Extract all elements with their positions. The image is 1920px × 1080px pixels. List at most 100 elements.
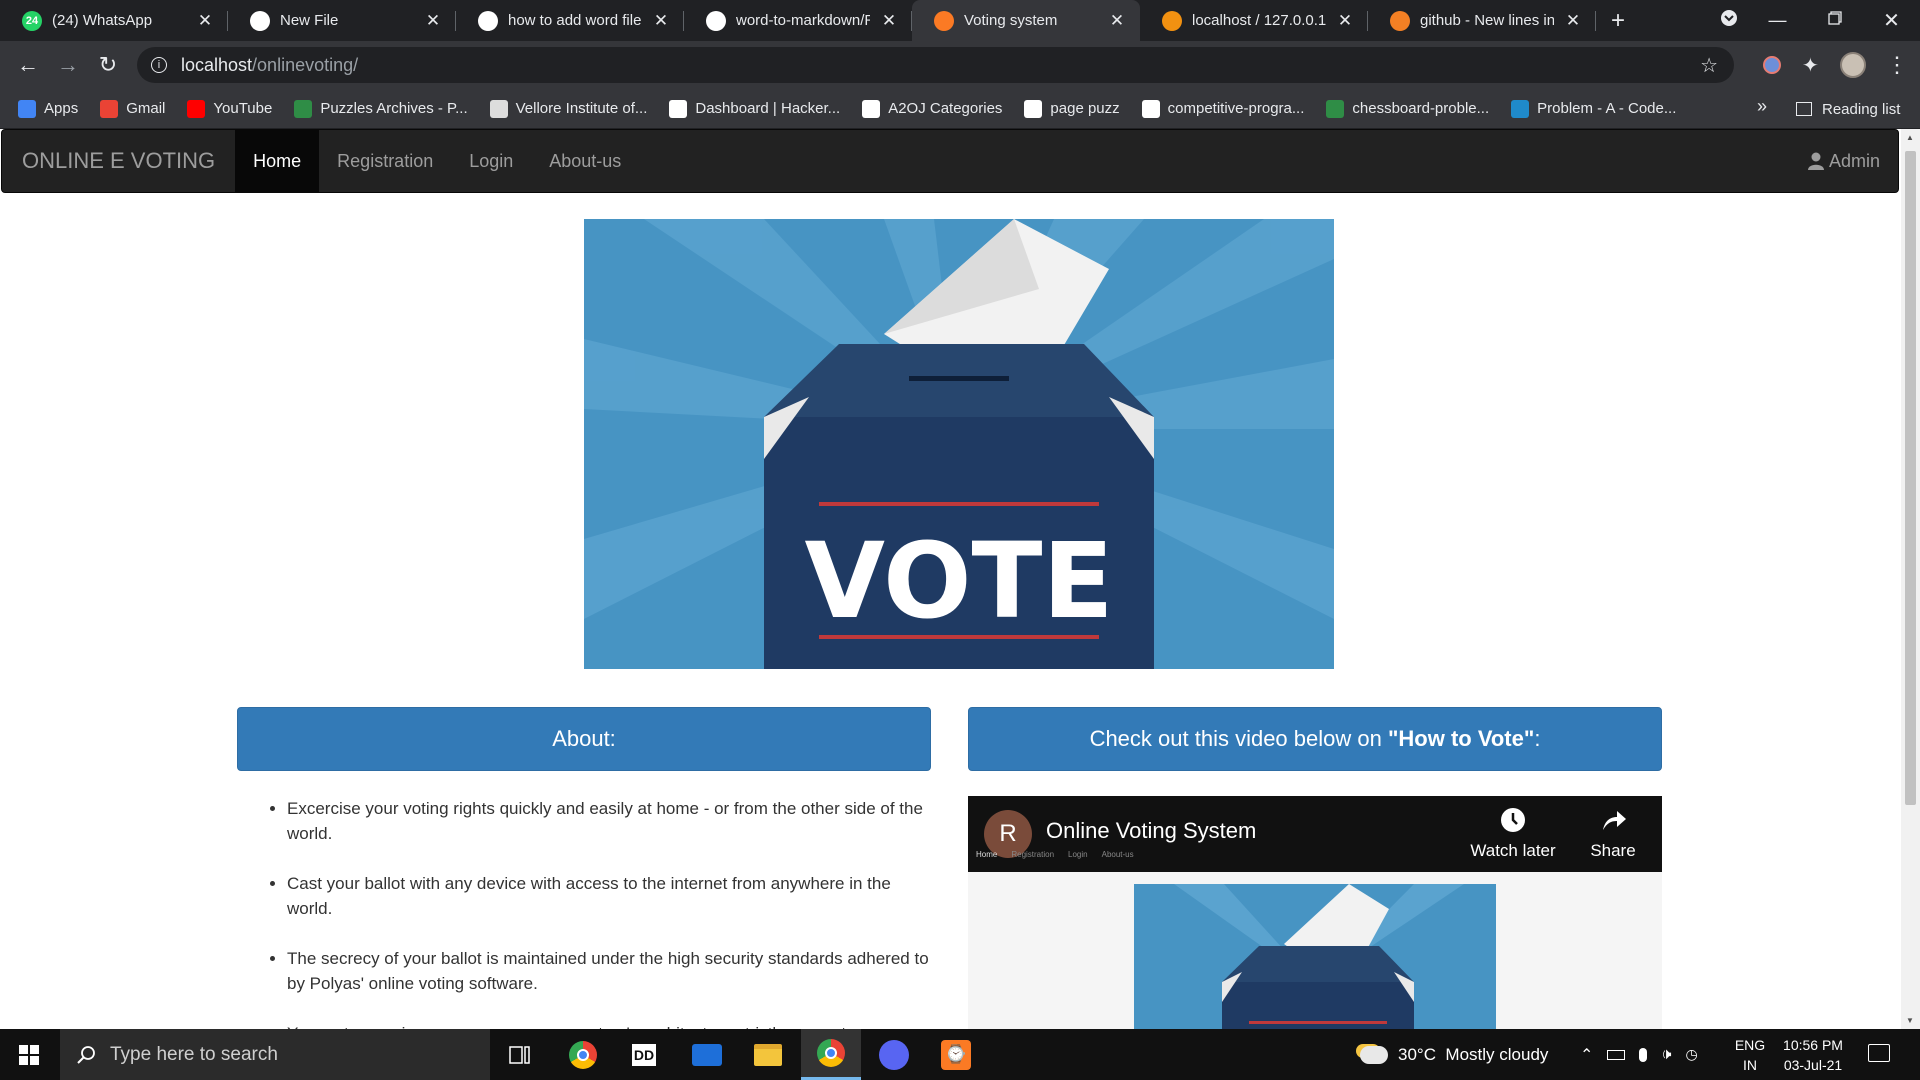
back-icon[interactable]: ← bbox=[8, 52, 48, 78]
bookmark-label: Dashboard | Hacker... bbox=[695, 100, 841, 117]
bookmark-item[interactable]: Puzzles Archives - P... bbox=[294, 99, 468, 118]
file-explorer-icon[interactable] bbox=[738, 1029, 798, 1080]
weather-widget[interactable]: 30°C Mostly cloudy bbox=[1360, 1029, 1548, 1080]
bookmark-item[interactable]: Problem - A - Code... bbox=[1511, 99, 1677, 118]
tab-search-icon[interactable] bbox=[1709, 9, 1749, 32]
video-heading: Check out this video below on "How to Vo… bbox=[968, 707, 1662, 771]
page-scrollbar[interactable]: ▲ ▼ bbox=[1901, 129, 1920, 1029]
browser-tab[interactable]: word-to-markdown/R ✕ bbox=[684, 0, 912, 41]
nav-about-us[interactable]: About-us bbox=[531, 130, 639, 192]
admin-link[interactable]: Admin bbox=[1807, 150, 1880, 172]
video-title[interactable]: Online Voting System bbox=[1046, 818, 1256, 844]
mini-nav-item: Registration bbox=[1011, 850, 1055, 859]
tab-separator bbox=[1595, 11, 1596, 31]
battery-icon[interactable] bbox=[1607, 1049, 1626, 1060]
new-tab-icon[interactable]: + bbox=[1596, 0, 1640, 41]
close-window-icon[interactable]: ✕ bbox=[1863, 8, 1920, 33]
stackoverflow-icon bbox=[1390, 10, 1410, 31]
windows-start-icon[interactable] bbox=[19, 1045, 39, 1070]
reading-list-button[interactable]: Reading list bbox=[1796, 89, 1900, 129]
video-top-bar: R Online Voting System Watch later Share… bbox=[968, 796, 1662, 872]
site-info-icon[interactable]: i bbox=[151, 57, 167, 73]
reload-icon[interactable]: ↻ bbox=[88, 52, 128, 78]
close-tab-icon[interactable]: ✕ bbox=[196, 11, 214, 31]
whiteboard-icon[interactable] bbox=[677, 1029, 737, 1080]
reading-list-label: Reading list bbox=[1822, 100, 1901, 118]
chrome-menu-icon[interactable]: ⋮ bbox=[1886, 52, 1908, 78]
taskbar-search-box[interactable]: Type here to search bbox=[60, 1029, 490, 1080]
bookmark-item[interactable]: Vellore Institute of... bbox=[489, 99, 648, 118]
nav-login[interactable]: Login bbox=[451, 130, 531, 192]
bookmark-item[interactable]: Gmail bbox=[100, 99, 165, 118]
browser-tab[interactable]: how to add word file r ✕ bbox=[456, 0, 684, 41]
video-mini-nav: Home Registration Login About-us bbox=[976, 850, 1134, 859]
close-tab-icon[interactable]: ✕ bbox=[880, 11, 898, 31]
scroll-down-icon[interactable]: ▼ bbox=[1906, 1016, 1914, 1025]
bookmark-item[interactable]: Dashboard | Hacker... bbox=[669, 99, 841, 118]
chevron-up-icon[interactable]: ⌃ bbox=[1580, 1045, 1593, 1065]
admin-label: Admin bbox=[1828, 150, 1880, 171]
mini-nav-item: Login bbox=[1068, 850, 1088, 859]
task-view-icon[interactable] bbox=[490, 1029, 550, 1080]
nav-registration[interactable]: Registration bbox=[319, 130, 451, 192]
restore-icon[interactable] bbox=[1806, 11, 1863, 30]
forward-icon[interactable]: → bbox=[48, 52, 88, 78]
bookmark-label: Apps bbox=[44, 100, 79, 117]
video-player[interactable]: R Online Voting System Watch later Share… bbox=[968, 796, 1662, 1029]
profile-avatar[interactable] bbox=[1840, 52, 1866, 78]
chrome-taskbar-icon[interactable] bbox=[553, 1029, 613, 1080]
bookmark-item[interactable]: chessboard-proble... bbox=[1326, 99, 1489, 118]
microphone-icon[interactable] bbox=[1639, 1047, 1648, 1062]
address-bar[interactable]: i localhost/onlinevoting/ ☆ bbox=[137, 47, 1734, 83]
bookmark-label: Vellore Institute of... bbox=[515, 100, 648, 117]
clock-icon bbox=[1501, 808, 1525, 832]
dolby-icon[interactable]: DD bbox=[614, 1029, 674, 1080]
volume-icon[interactable]: 🕩 bbox=[1661, 1046, 1671, 1064]
video-heading-prefix: Check out this video below on bbox=[1089, 726, 1388, 751]
extension-icon[interactable] bbox=[1763, 56, 1781, 74]
wifi-icon[interactable]: ◷ bbox=[1686, 1046, 1698, 1063]
browser-tab[interactable]: github - New lines ins ✕ bbox=[1368, 0, 1596, 41]
browser-tab[interactable]: Voting system ✕ bbox=[912, 0, 1140, 41]
scroll-up-icon[interactable]: ▲ bbox=[1906, 133, 1914, 142]
google-icon bbox=[478, 10, 498, 31]
discord-icon[interactable] bbox=[864, 1029, 924, 1080]
language-indicator[interactable]: ENG IN bbox=[1730, 1035, 1770, 1075]
youtube-icon bbox=[187, 99, 206, 118]
cloudy-weather-icon bbox=[1360, 1045, 1388, 1064]
bookmark-item[interactable]: competitive-progra... bbox=[1141, 99, 1304, 118]
bookmark-item[interactable]: YouTube bbox=[187, 99, 272, 118]
share-button[interactable]: Share bbox=[1573, 806, 1653, 861]
close-tab-icon[interactable]: ✕ bbox=[652, 11, 670, 31]
video-thumbnail-image bbox=[1134, 884, 1496, 1029]
whatsapp-icon: 24 bbox=[22, 10, 42, 31]
gfg-icon bbox=[1326, 99, 1345, 118]
browser-tab[interactable]: localhost / 127.0.0.1 | p ✕ bbox=[1140, 0, 1368, 41]
browser-tab[interactable]: 24 (24) WhatsApp ✕ bbox=[0, 0, 228, 41]
bookmark-label: Problem - A - Code... bbox=[1537, 100, 1677, 117]
bookmark-item[interactable]: A2OJ Categories bbox=[862, 99, 1002, 118]
browser-tab[interactable]: New File ✕ bbox=[228, 0, 456, 41]
close-tab-icon[interactable]: ✕ bbox=[1336, 11, 1354, 31]
site-brand[interactable]: ONLINE E VOTING bbox=[2, 130, 235, 192]
about-heading: About: bbox=[237, 707, 931, 771]
xampp-icon[interactable]: ⌚ bbox=[926, 1029, 986, 1080]
video-heading-bold: "How to Vote" bbox=[1387, 726, 1535, 751]
minimize-icon[interactable]: — bbox=[1749, 10, 1806, 31]
close-tab-icon[interactable]: ✕ bbox=[424, 11, 442, 31]
nav-home[interactable]: Home bbox=[235, 130, 320, 192]
extensions-puzzle-icon[interactable]: ✦ bbox=[1802, 53, 1819, 78]
bookmark-item[interactable]: page puzz bbox=[1024, 99, 1120, 118]
mini-nav-item: About-us bbox=[1101, 850, 1134, 859]
watch-later-button[interactable]: Watch later bbox=[1458, 806, 1568, 861]
scrollbar-thumb[interactable] bbox=[1905, 151, 1916, 805]
notifications-icon[interactable] bbox=[1868, 1044, 1890, 1062]
close-tab-icon[interactable]: ✕ bbox=[1564, 11, 1582, 31]
bookmark-star-icon[interactable]: ☆ bbox=[1700, 53, 1718, 78]
more-bookmarks-button[interactable]: » bbox=[1757, 96, 1767, 117]
close-tab-icon[interactable]: ✕ bbox=[1108, 11, 1126, 31]
bookmark-item[interactable]: Apps bbox=[18, 99, 79, 118]
chrome-active-taskbar-icon[interactable] bbox=[801, 1029, 861, 1080]
clock[interactable]: 10:56 PM 03-Jul-21 bbox=[1778, 1035, 1848, 1075]
a2oj-icon bbox=[862, 99, 881, 118]
